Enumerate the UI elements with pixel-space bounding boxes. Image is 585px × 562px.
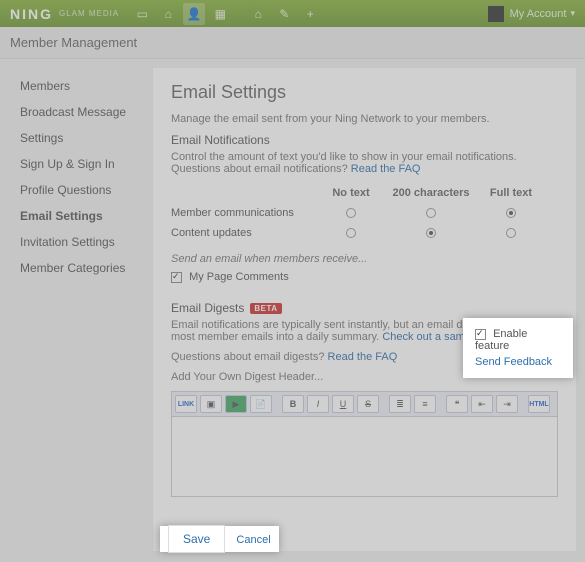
sidebar: Members Broadcast Message Settings Sign … xyxy=(0,59,152,560)
sidebar-item-members[interactable]: Members xyxy=(16,73,152,99)
notifications-faq-link[interactable]: Read the FAQ xyxy=(351,163,421,175)
sidebar-item-signup[interactable]: Sign Up & Sign In xyxy=(16,151,152,177)
send-feedback-link[interactable]: Send Feedback xyxy=(475,356,561,368)
settings-intro: Manage the email sent from your Ning Net… xyxy=(171,113,558,125)
notifications-table: No text 200 characters Full text Member … xyxy=(171,183,558,243)
screen-icon[interactable]: ▭ xyxy=(131,3,153,25)
tb-indent-button[interactable]: ⇥ xyxy=(496,395,518,413)
digests-faq-link[interactable]: Read the FAQ xyxy=(328,351,398,363)
checkbox-row: My Page Comments xyxy=(171,271,558,283)
tb-ul-button[interactable]: ≣ xyxy=(389,395,411,413)
col-no-text: No text xyxy=(311,187,391,199)
sidebar-item-profile-questions[interactable]: Profile Questions xyxy=(16,177,152,203)
brand-subtitle: GLAM MEDIA xyxy=(59,9,119,18)
notifications-heading: Email Notifications xyxy=(171,133,558,147)
row-label-content-updates: Content updates xyxy=(171,227,311,239)
topbar: NING GLAM MEDIA ▭ ⌂ 👤 ▦ ⌂ ✎ + My Account… xyxy=(0,0,585,27)
checkbox-label: My Page Comments xyxy=(189,271,289,283)
table-row: Member communications xyxy=(171,203,558,223)
radio-member-full[interactable] xyxy=(506,208,516,218)
settings-title: Email Settings xyxy=(171,82,558,103)
radio-content-notext[interactable] xyxy=(346,228,356,238)
plus-icon[interactable]: + xyxy=(299,3,321,25)
main-panel: Email Settings Manage the email sent fro… xyxy=(152,67,577,552)
radio-member-notext[interactable] xyxy=(346,208,356,218)
chevron-down-icon: ▾ xyxy=(570,8,575,19)
tb-image-button[interactable]: ▣ xyxy=(200,395,222,413)
avatar xyxy=(488,6,504,22)
tb-outdent-button[interactable]: ⇤ xyxy=(471,395,493,413)
tb-link-button[interactable]: LINK xyxy=(175,395,197,413)
tb-italic-button[interactable]: I xyxy=(307,395,329,413)
wrench-icon[interactable]: ✎ xyxy=(273,3,295,25)
breadcrumb: Member Management xyxy=(0,27,585,59)
tb-media-button[interactable]: ▶ xyxy=(225,395,247,413)
tb-html-button[interactable]: HTML xyxy=(528,395,550,413)
radio-content-full[interactable] xyxy=(506,228,516,238)
save-callout: Save Cancel xyxy=(160,526,279,552)
col-full-text: Full text xyxy=(471,187,551,199)
col-200-chars: 200 characters xyxy=(391,187,471,199)
editor-toolbar: LINK ▣ ▶ 📄 B I U S ≣ ≡ ❝ ⇤ ⇥ HTML xyxy=(171,391,558,417)
sidebar-item-email-settings[interactable]: Email Settings xyxy=(16,203,152,229)
radio-content-200[interactable] xyxy=(426,228,436,238)
digests-heading: Email Digests xyxy=(171,301,244,315)
feature-callout: Enable feature Send Feedback xyxy=(463,318,573,378)
tb-underline-button[interactable]: U xyxy=(332,395,354,413)
beta-badge: BETA xyxy=(250,303,281,314)
table-row: Content updates xyxy=(171,223,558,243)
sidebar-item-settings[interactable]: Settings xyxy=(16,125,152,151)
grid-icon[interactable]: ▦ xyxy=(209,3,231,25)
brand-logo: NING xyxy=(10,6,53,22)
row-label-member-comm: Member communications xyxy=(171,207,311,219)
account-menu[interactable]: My Account ▾ xyxy=(488,6,575,22)
tb-bold-button[interactable]: B xyxy=(282,395,304,413)
checkbox-my-page-comments[interactable] xyxy=(171,272,182,283)
cancel-link[interactable]: Cancel xyxy=(236,534,270,546)
editor-textarea[interactable] xyxy=(171,417,558,497)
sidebar-item-broadcast[interactable]: Broadcast Message xyxy=(16,99,152,125)
tb-file-button[interactable]: 📄 xyxy=(250,395,272,413)
when-receive-label: Send an email when members receive... xyxy=(171,253,558,265)
tb-strike-button[interactable]: S xyxy=(357,395,379,413)
notifications-desc: Control the amount of text you'd like to… xyxy=(171,151,558,175)
user-icon[interactable]: 👤 xyxy=(183,3,205,25)
account-label: My Account xyxy=(510,8,567,20)
page-title: Member Management xyxy=(10,35,137,50)
enable-feature-row: Enable feature xyxy=(475,328,561,352)
save-button[interactable]: Save xyxy=(168,525,225,553)
tb-quote-button[interactable]: ❝ xyxy=(446,395,468,413)
home-icon[interactable]: ⌂ xyxy=(247,3,269,25)
sidebar-item-member-categories[interactable]: Member Categories xyxy=(16,255,152,281)
radio-member-200[interactable] xyxy=(426,208,436,218)
enable-feature-checkbox[interactable] xyxy=(475,329,486,340)
tb-ol-button[interactable]: ≡ xyxy=(414,395,436,413)
project-icon[interactable]: ⌂ xyxy=(157,3,179,25)
sidebar-item-invitation-settings[interactable]: Invitation Settings xyxy=(16,229,152,255)
